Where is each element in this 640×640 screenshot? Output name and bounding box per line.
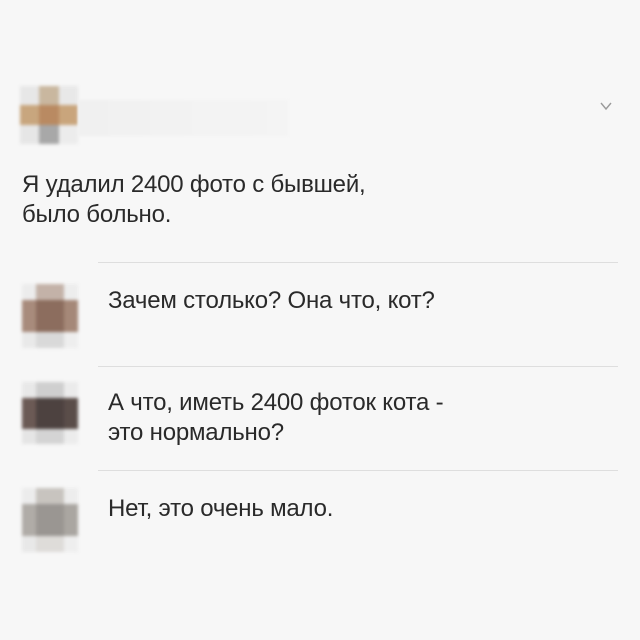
post-text-line: Я удалил 2400 фото с бывшей, — [22, 171, 366, 198]
commenter-avatar[interactable] — [22, 284, 78, 348]
comment-text: Нет, это очень мало. — [108, 494, 333, 524]
author-name-redacted[interactable] — [78, 100, 288, 136]
post-card: Я удалил 2400 фото с бывшей, было больно… — [0, 0, 640, 640]
author-avatar[interactable] — [20, 86, 78, 144]
comment-text-line: Зачем столько? Она что, кот? — [108, 287, 435, 314]
divider — [98, 366, 618, 367]
comment-text-line: это нормально? — [108, 419, 284, 446]
post-header — [20, 86, 620, 146]
divider — [98, 470, 618, 471]
commenter-avatar[interactable] — [22, 382, 78, 444]
comment-text-line: А что, иметь 2400 фоток кота - — [108, 389, 444, 416]
post-text: Я удалил 2400 фото с бывшей, было больно… — [22, 170, 582, 230]
post-text-line: было больно. — [22, 201, 172, 228]
commenter-avatar[interactable] — [22, 488, 78, 552]
chevron-down-icon[interactable] — [598, 98, 614, 114]
comment-text: А что, иметь 2400 фоток кота - это норма… — [108, 388, 444, 448]
comment-text: Зачем столько? Она что, кот? — [108, 286, 435, 316]
comment-text-line: Нет, это очень мало. — [108, 495, 334, 522]
divider — [98, 262, 618, 263]
